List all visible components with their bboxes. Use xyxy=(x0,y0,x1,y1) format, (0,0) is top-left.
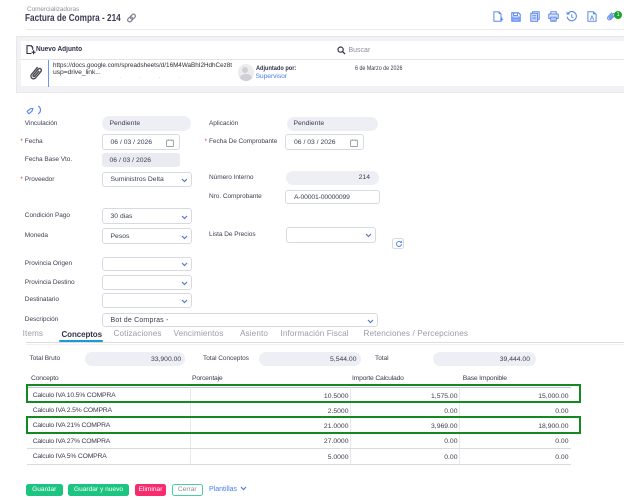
svg-text:A: A xyxy=(589,16,594,22)
